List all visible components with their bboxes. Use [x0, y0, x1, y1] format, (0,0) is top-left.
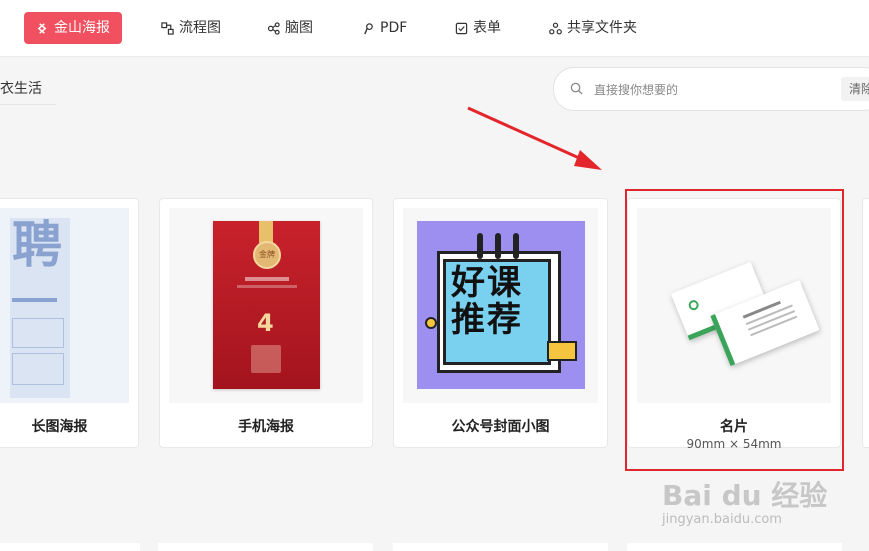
mobile-poster-thumbnail: 金牌 4 — [169, 208, 363, 403]
tab-flowchart[interactable]: 流程图 — [161, 12, 221, 44]
search-input[interactable] — [592, 79, 826, 101]
tab-shared-folder[interactable]: 共享文件夹 — [549, 12, 637, 44]
search-clear-button[interactable]: 清除 — [841, 77, 869, 101]
tab-label: 共享文件夹 — [567, 20, 637, 36]
template-card-wechat-cover[interactable]: 好课 推荐 公众号封面小图 — [393, 198, 608, 448]
next-row-card — [393, 543, 608, 551]
card-title: 手机海报 — [238, 419, 294, 435]
tab-pdf[interactable]: PDF — [362, 12, 407, 44]
subnav-divider — [0, 104, 56, 105]
mindmap-icon — [267, 21, 280, 35]
top-nav-bar: 金山海报 流程图 脑图 PDF 表单 共享文件夹 — [0, 0, 869, 57]
medal-label: 金牌 — [253, 241, 281, 269]
baidu-watermark: Bai du 经验 — [662, 479, 828, 512]
flowchart-icon — [161, 21, 174, 35]
wechat-cover-thumbnail: 好课 推荐 — [403, 208, 598, 403]
next-row-card — [158, 543, 373, 551]
thumbnail-text-line2: 推荐 — [451, 300, 523, 341]
card-title: 长图海报 — [31, 419, 88, 435]
template-card-partial[interactable] — [862, 198, 869, 448]
guide-arrow-icon — [467, 106, 602, 170]
tab-label: 流程图 — [179, 20, 221, 36]
long-poster-thumbnail: 聘 — [0, 208, 129, 403]
poster-icon — [37, 22, 47, 34]
search-icon — [570, 82, 583, 95]
template-card-long-poster[interactable]: 聘 长图海报 — [0, 198, 139, 448]
tab-poster[interactable]: 金山海报 — [24, 12, 122, 44]
tab-label: 脑图 — [285, 20, 313, 36]
highlight-box — [625, 189, 844, 471]
pdf-icon — [364, 22, 373, 34]
tab-label: 表单 — [473, 20, 501, 36]
subnav-item[interactable]: 衣生活 — [0, 78, 42, 98]
baidu-watermark-url: jingyan.baidu.com — [662, 512, 782, 527]
template-card-mobile-poster[interactable]: 金牌 4 手机海报 — [159, 198, 373, 448]
thumbnail-text-line1: 好课 — [451, 263, 523, 303]
tab-label: 金山海报 — [54, 20, 110, 36]
form-icon — [455, 22, 468, 34]
tab-label: PDF — [380, 20, 408, 36]
thumbnail-number: 4 — [257, 309, 274, 337]
shared-folder-icon — [549, 22, 562, 34]
next-row-card — [0, 543, 140, 551]
card-title: 公众号封面小图 — [451, 419, 550, 435]
next-row-card — [627, 543, 842, 551]
thumbnail-text: 聘 — [12, 216, 62, 274]
tab-mindmap[interactable]: 脑图 — [267, 12, 313, 44]
tab-form[interactable]: 表单 — [455, 12, 501, 44]
